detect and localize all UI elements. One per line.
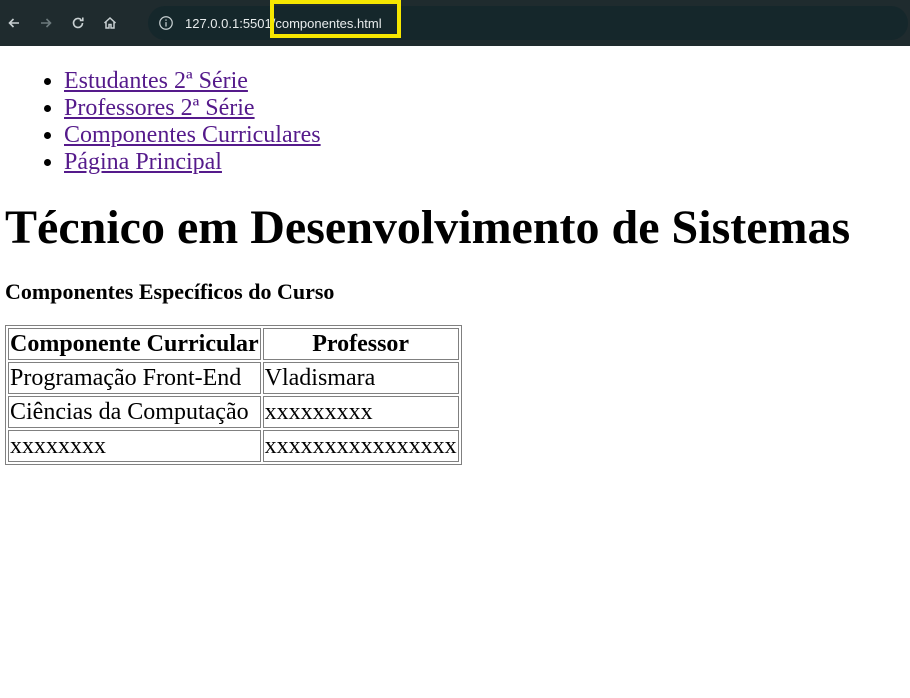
nav-link-principal[interactable]: Página Principal <box>64 149 222 175</box>
column-header-professor: Professor <box>262 328 459 360</box>
nav-item: Professores 2ª Série <box>64 95 910 122</box>
nav-item: Componentes Curriculares <box>64 122 910 149</box>
table-row: Programação Front-End Vladismara <box>8 362 459 394</box>
nav-item: Estudantes 2ª Série <box>64 68 910 95</box>
nav-link-estudantes[interactable]: Estudantes 2ª Série <box>64 68 248 94</box>
components-table: Componente Curricular Professor Programa… <box>5 325 462 465</box>
page-title: Técnico em Desenvolvimento de Sistemas <box>5 201 851 254</box>
browser-toolbar: 127.0.0.1:5501/componentes.html <box>0 0 910 46</box>
section-title: Componentes Específicos do Curso <box>5 279 335 304</box>
url-highlight-box <box>270 0 401 38</box>
table-row: xxxxxxxx xxxxxxxxxxxxxxxx <box>8 430 459 462</box>
table-header-row: Componente Curricular Professor <box>8 328 459 360</box>
address-bar[interactable]: 127.0.0.1:5501/componentes.html <box>148 6 908 40</box>
table-row: Ciências da Computação xxxxxxxxx <box>8 396 459 428</box>
table-cell: xxxxxxxx <box>8 430 261 462</box>
url-host: 127.0.0.1:5501 <box>185 15 272 31</box>
forward-icon[interactable] <box>32 9 60 37</box>
nav-link-componentes[interactable]: Componentes Curriculares <box>64 122 321 148</box>
page-content: Estudantes 2ª Série Professores 2ª Série… <box>0 68 910 465</box>
table-cell: xxxxxxxxx <box>262 396 459 428</box>
table-cell: Vladismara <box>262 362 459 394</box>
table-cell: xxxxxxxxxxxxxxxx <box>262 430 459 462</box>
reload-icon[interactable] <box>64 9 92 37</box>
nav-link-professores[interactable]: Professores 2ª Série <box>64 95 255 121</box>
info-icon[interactable] <box>157 14 175 32</box>
table-cell: Programação Front-End <box>8 362 261 394</box>
table-cell: Ciências da Computação <box>8 396 261 428</box>
column-header-componente: Componente Curricular <box>8 328 261 360</box>
nav-item: Página Principal <box>64 149 910 176</box>
back-icon[interactable] <box>0 9 28 37</box>
home-icon[interactable] <box>96 9 124 37</box>
nav-list: Estudantes 2ª Série Professores 2ª Série… <box>5 68 910 176</box>
